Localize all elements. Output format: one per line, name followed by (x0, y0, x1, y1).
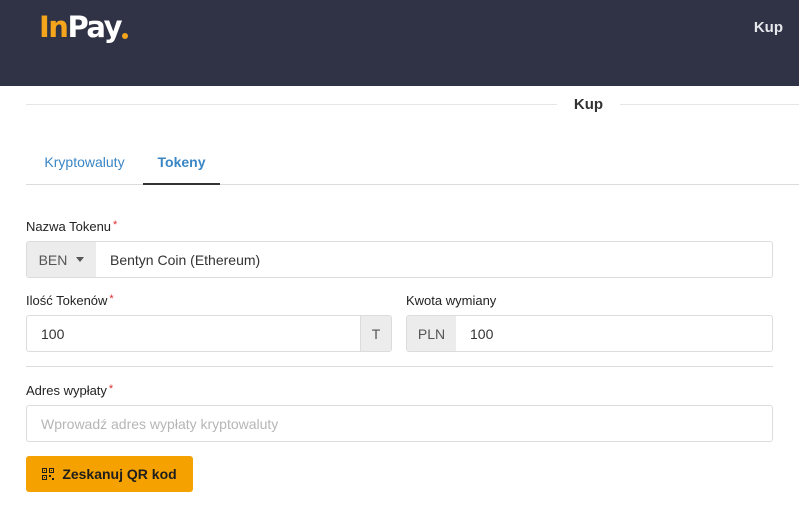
exchange-amount-input[interactable] (456, 316, 772, 351)
scan-qr-label: Zeskanuj QR kod (62, 466, 177, 482)
qr-code-icon (42, 468, 55, 480)
token-symbol-select[interactable]: BEN (27, 242, 96, 277)
tab-cryptocurrencies[interactable]: Kryptowaluty (26, 143, 143, 185)
tab-tokens[interactable]: Tokeny (143, 143, 220, 185)
payout-address-label-text: Adres wypłaty (26, 383, 107, 398)
token-name-field: BEN (26, 241, 773, 278)
logo-dot (122, 33, 128, 39)
exchange-amount-label-text: Kwota wymiany (406, 293, 497, 308)
token-symbol-value: BEN (38, 251, 68, 268)
scan-qr-button[interactable]: Zeskanuj QR kod (26, 456, 193, 492)
token-unit-addon: T (360, 316, 391, 351)
token-unit-text: T (371, 325, 381, 342)
payout-address-label: Adres wypłaty * (26, 383, 113, 398)
token-name-label-text: Nazwa Tokenu (26, 219, 112, 234)
section-title-row: Kup (26, 92, 799, 118)
page-title: Kup (573, 96, 604, 113)
token-name-input[interactable] (96, 242, 772, 277)
token-amount-label: Ilość Tokenów * (26, 293, 114, 308)
token-amount-field: T (26, 315, 392, 352)
token-amount-input[interactable] (27, 316, 361, 351)
exchange-amount-field: PLN (406, 315, 773, 352)
nav-buy-link[interactable]: Kup (754, 19, 783, 36)
logo-text-in: In (39, 10, 69, 44)
required-marker: * (109, 293, 114, 305)
required-marker: * (108, 383, 114, 395)
inpay-logo[interactable]: InPay (39, 10, 128, 44)
token-name-label: Nazwa Tokenu * (26, 219, 117, 234)
title-divider-right (620, 104, 799, 105)
form-divider (26, 366, 773, 367)
token-amount-label-text: Ilość Tokenów (26, 293, 108, 308)
exchange-amount-label: Kwota wymiany (406, 293, 496, 308)
payout-address-field (26, 405, 773, 442)
tab-bar: Kryptowaluty Tokeny (26, 143, 799, 185)
required-marker: * (113, 219, 118, 231)
logo-text-pay: Pay (67, 10, 122, 44)
top-bar: InPay Kup (0, 0, 799, 86)
currency-text: PLN (417, 325, 446, 342)
payout-address-input[interactable] (27, 406, 772, 441)
caret-down-icon (76, 257, 85, 262)
title-divider-left (26, 104, 557, 105)
currency-addon: PLN (407, 316, 456, 351)
